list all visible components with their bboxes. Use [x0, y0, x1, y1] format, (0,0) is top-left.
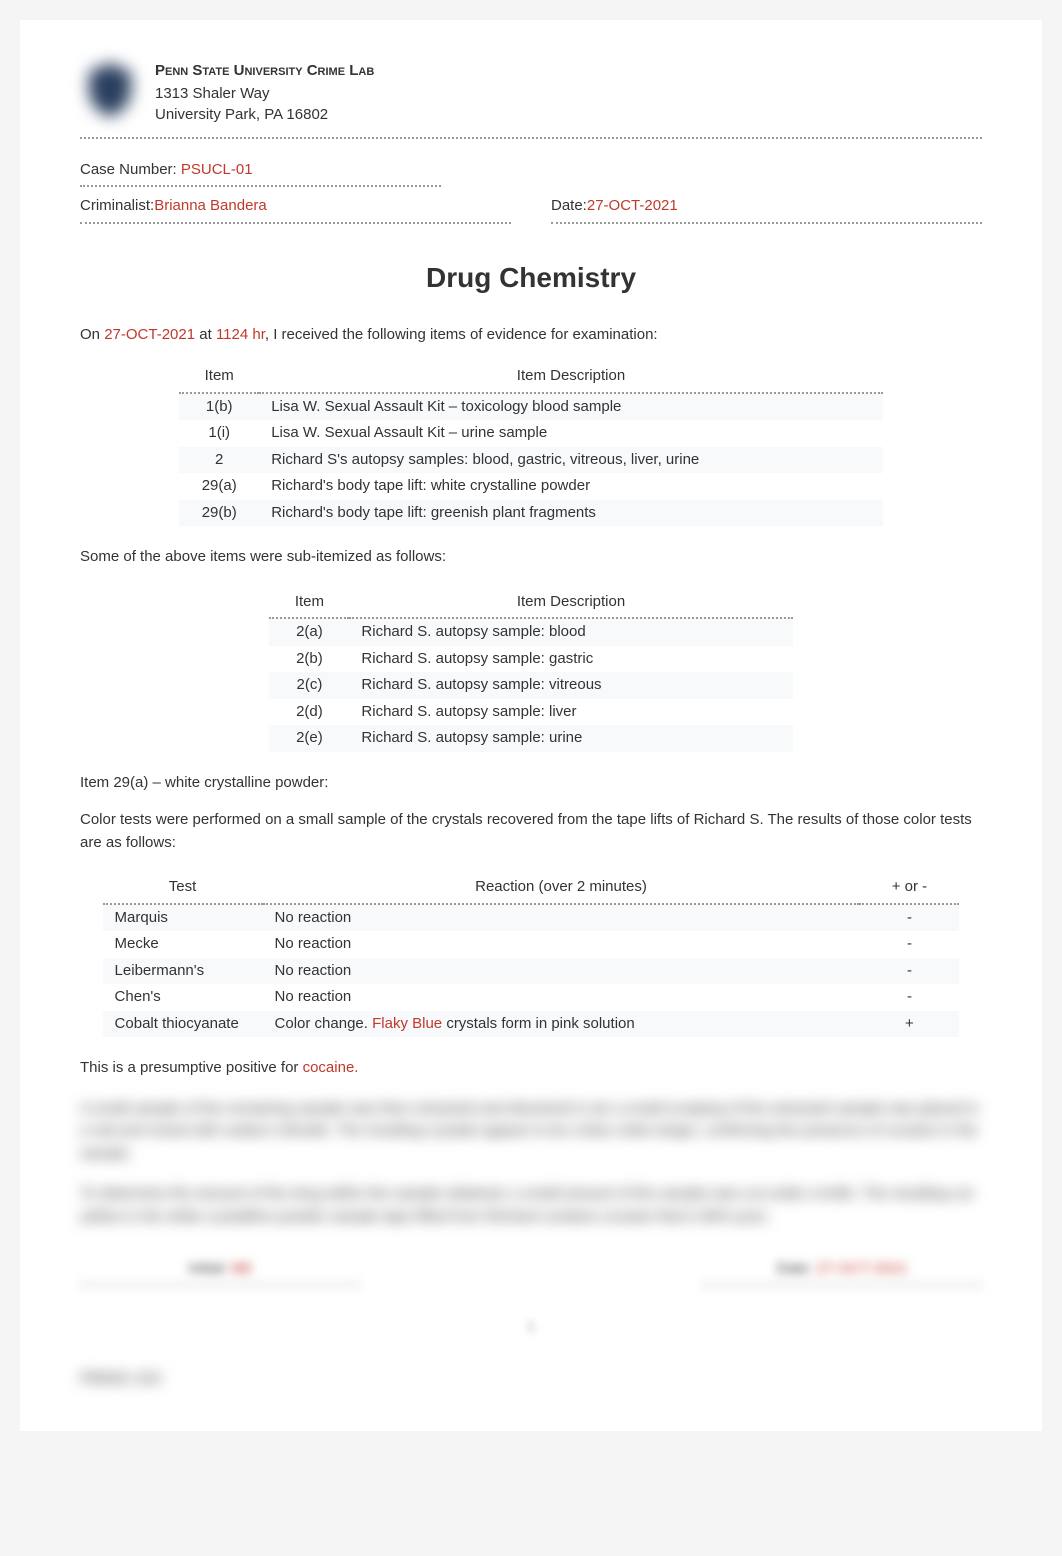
table-row: 2(c)Richard S. autopsy sample: vitreous	[269, 672, 792, 699]
lab-name: Penn State University Crime Lab	[155, 60, 982, 83]
table-row: 2(e)Richard S. autopsy sample: urine	[269, 725, 792, 752]
test-name: Chen's	[103, 984, 263, 1011]
test-reaction: No reaction	[263, 984, 860, 1011]
sub-item-id: 2(b)	[269, 646, 349, 673]
sub-item-desc: Richard S. autopsy sample: liver	[349, 699, 792, 726]
color-col-test: Test	[103, 872, 263, 904]
test-name: Leibermann's	[103, 958, 263, 985]
color-test-intro: Color tests were performed on a small sa…	[80, 809, 982, 854]
criminalist-value: Brianna Bandera	[154, 195, 267, 218]
item-desc: Richard's body tape lift: white crystall…	[259, 473, 883, 500]
criminalist-row: Criminalist: Brianna Bandera	[80, 195, 511, 224]
case-number-value: PSUCL-01	[181, 161, 253, 178]
test-name: Cobalt thiocyanate	[103, 1011, 263, 1038]
date-row: Date: 27-OCT-2021	[551, 195, 982, 224]
table-row: 1(i)Lisa W. Sexual Assault Kit – urine s…	[179, 420, 883, 447]
color-col-result: + or -	[859, 872, 959, 904]
table-row: 1(b)Lisa W. Sexual Assault Kit – toxicol…	[179, 393, 883, 421]
sub-intro: Some of the above items were sub-itemize…	[80, 546, 982, 569]
letterhead: Penn State University Crime Lab 1313 Sha…	[80, 60, 982, 139]
case-number-label: Case Number:	[80, 161, 181, 178]
sub-item-desc: Richard S. autopsy sample: gastric	[349, 646, 792, 673]
sub-item-desc: Richard S. autopsy sample: urine	[349, 725, 792, 752]
test-name: Mecke	[103, 931, 263, 958]
table-row: 2(a)Richard S. autopsy sample: blood	[269, 618, 792, 646]
test-result: -	[859, 958, 959, 985]
table-row: Cobalt thiocyanateColor change. Flaky Bl…	[103, 1011, 960, 1038]
item-desc: Lisa W. Sexual Assault Kit – toxicology …	[259, 393, 883, 421]
lab-address-line2: University Park, PA 16802	[155, 104, 982, 125]
test-reaction: Color change. Flaky Blue crystals form i…	[263, 1011, 860, 1038]
table-row: 2Richard S's autopsy samples: blood, gas…	[179, 447, 883, 474]
item-desc: Richard's body tape lift: greenish plant…	[259, 500, 883, 527]
table-row: Leibermann'sNo reaction-	[103, 958, 960, 985]
footer-course: FRNSC 210	[80, 1368, 982, 1391]
shield-logo	[80, 60, 140, 120]
lab-address-line1: 1313 Shaler Way	[155, 83, 982, 104]
test-result: +	[859, 1011, 959, 1038]
item-id: 29(b)	[179, 500, 259, 527]
test-reaction: No reaction	[263, 931, 860, 958]
table-row: 2(b)Richard S. autopsy sample: gastric	[269, 646, 792, 673]
intro-paragraph: On 27-OCT-2021 at 1124 hr, I received th…	[80, 324, 982, 347]
signature-row: Initial: BB Date: 27-OCT-2021	[80, 1258, 982, 1286]
redacted-paragraph-2: To determine the amount of the drug with…	[80, 1183, 982, 1228]
sub-item-id: 2(e)	[269, 725, 349, 752]
case-number-row: Case Number: PSUCL-01	[80, 159, 441, 188]
table-row: 29(a)Richard's body tape lift: white cry…	[179, 473, 883, 500]
test-reaction: No reaction	[263, 958, 860, 985]
sub-col-item: Item	[269, 587, 349, 619]
signature-initial: Initial: BB	[80, 1258, 360, 1286]
page-number: 1	[80, 1316, 982, 1339]
evidence-items-table: Item Item Description 1(b)Lisa W. Sexual…	[179, 361, 883, 526]
signature-date: Date: 27-OCT-2021	[702, 1258, 982, 1286]
sub-items-table: Item Item Description 2(a)Richard S. aut…	[269, 587, 792, 752]
test-name: Marquis	[103, 904, 263, 932]
sub-item-id: 2(d)	[269, 699, 349, 726]
intro-date: 27-OCT-2021	[104, 326, 195, 343]
item-desc: Richard S's autopsy samples: blood, gast…	[259, 447, 883, 474]
presumptive-result: This is a presumptive positive for cocai…	[80, 1057, 982, 1080]
color-col-reaction: Reaction (over 2 minutes)	[263, 872, 860, 904]
test-reaction: No reaction	[263, 904, 860, 932]
sub-item-desc: Richard S. autopsy sample: vitreous	[349, 672, 792, 699]
date-label: Date:	[551, 195, 587, 218]
sub-item-id: 2(c)	[269, 672, 349, 699]
table-row: Chen'sNo reaction-	[103, 984, 960, 1011]
test-result: -	[859, 931, 959, 958]
item-id: 29(a)	[179, 473, 259, 500]
sub-item-desc: Richard S. autopsy sample: blood	[349, 618, 792, 646]
item-id: 1(b)	[179, 393, 259, 421]
test-result: -	[859, 904, 959, 932]
item-desc: Lisa W. Sexual Assault Kit – urine sampl…	[259, 420, 883, 447]
sub-col-desc: Item Description	[349, 587, 792, 619]
table-row: MarquisNo reaction-	[103, 904, 960, 932]
table-row: 29(b)Richard's body tape lift: greenish …	[179, 500, 883, 527]
document-title: Drug Chemistry	[80, 257, 982, 299]
date-value: 27-OCT-2021	[587, 195, 678, 218]
sub-item-id: 2(a)	[269, 618, 349, 646]
criminalist-label: Criminalist:	[80, 195, 154, 218]
items-col-item: Item	[179, 361, 259, 393]
letterhead-text: Penn State University Crime Lab 1313 Sha…	[155, 60, 982, 125]
table-row: MeckeNo reaction-	[103, 931, 960, 958]
document-page: Penn State University Crime Lab 1313 Sha…	[20, 20, 1042, 1431]
items-col-desc: Item Description	[259, 361, 883, 393]
table-row: 2(d)Richard S. autopsy sample: liver	[269, 699, 792, 726]
redacted-paragraph-1: A small sample of the remaining sample w…	[80, 1098, 982, 1166]
test-result: -	[859, 984, 959, 1011]
intro-time: 1124 hr	[216, 326, 265, 343]
item-29a-label: Item 29(a) – white crystalline powder:	[80, 772, 982, 795]
item-id: 2	[179, 447, 259, 474]
color-tests-table: Test Reaction (over 2 minutes) + or - Ma…	[103, 872, 960, 1037]
item-id: 1(i)	[179, 420, 259, 447]
presumptive-drug: cocaine.	[303, 1059, 359, 1076]
